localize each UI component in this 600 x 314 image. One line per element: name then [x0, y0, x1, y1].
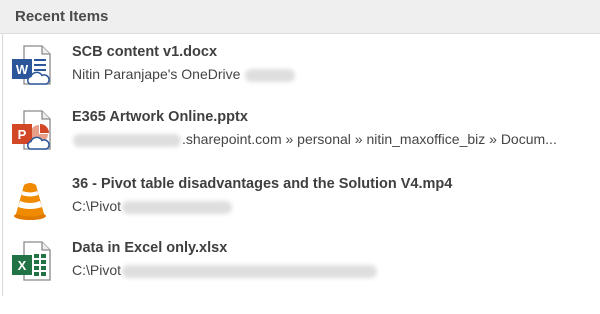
- word-cloud-icon: W: [12, 45, 51, 85]
- recent-item-path-text: C:\Pivot: [72, 262, 122, 278]
- recent-items-header: Recent Items: [0, 0, 600, 34]
- svg-text:W: W: [16, 62, 29, 77]
- recent-item-xlsx[interactable]: X Data in Excel only.xlsx C:\Pivot: [0, 236, 600, 298]
- redacted-text: [122, 264, 378, 278]
- recent-item-path: Nitin Paranjape's OneDrive: [72, 66, 296, 82]
- recent-item-path-text: C:\Pivot: [72, 198, 122, 214]
- recent-item-path: C:\Pivot: [72, 262, 378, 278]
- recent-item-docx[interactable]: W SCB content v1.docx Nitin Paranjape's …: [0, 40, 600, 102]
- recent-item-pptx[interactable]: P E365 Artwork Online.pptx .sharepoint.c…: [0, 105, 600, 167]
- svg-text:P: P: [18, 127, 27, 142]
- redacted-text: [245, 68, 296, 82]
- recent-item-path: .sharepoint.com » personal » nitin_maxof…: [72, 131, 557, 147]
- redacted-text: [122, 200, 233, 214]
- redacted-text: [73, 133, 181, 147]
- vlc-cone-icon: [14, 183, 46, 220]
- recent-item-mp4[interactable]: 36 - Pivot table disadvantages and the S…: [0, 172, 600, 234]
- recent-item-path: C:\Pivot: [72, 198, 233, 214]
- recent-item-title: 36 - Pivot table disadvantages and the S…: [72, 176, 453, 192]
- recent-item-path-text: .sharepoint.com » personal » nitin_maxof…: [182, 131, 557, 147]
- recent-item-title: Data in Excel only.xlsx: [72, 240, 228, 256]
- recent-items-title: Recent Items: [15, 8, 109, 25]
- svg-text:X: X: [18, 258, 27, 273]
- powerpoint-cloud-icon: P: [12, 110, 51, 150]
- excel-icon: X: [12, 241, 51, 281]
- recent-item-title: SCB content v1.docx: [72, 44, 218, 60]
- recent-item-title: E365 Artwork Online.pptx: [72, 109, 248, 125]
- recent-item-path-text: Nitin Paranjape's OneDrive: [72, 66, 241, 82]
